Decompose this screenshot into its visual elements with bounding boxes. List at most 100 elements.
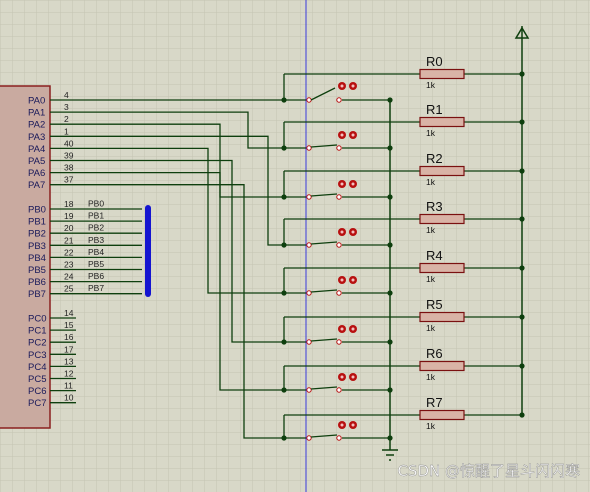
switch-contact xyxy=(336,97,342,103)
pin-number: 14 xyxy=(64,308,74,318)
switch-contact xyxy=(306,290,312,296)
switch-contact xyxy=(306,435,312,441)
pin-label: PA2 xyxy=(28,120,45,131)
resistor-body xyxy=(419,213,465,225)
switch-contact xyxy=(336,145,342,151)
button-highlight xyxy=(351,133,355,137)
button-highlight xyxy=(351,375,355,379)
pin-label: PC6 xyxy=(28,386,46,397)
pin-number: 22 xyxy=(64,247,74,257)
net-label-pb1: PB1 xyxy=(88,211,104,221)
pin-number: 20 xyxy=(64,223,74,233)
switch-contact xyxy=(306,387,312,393)
pin-label: PC3 xyxy=(28,350,46,361)
button-highlight xyxy=(351,278,355,282)
pin-label: PB7 xyxy=(28,289,46,300)
button-highlight xyxy=(351,84,355,88)
resistor-name: R1 xyxy=(426,102,443,117)
net-label-pb7: PB7 xyxy=(88,283,104,293)
switch-contact xyxy=(336,387,342,393)
schematic-canvas: PA0 4 PA1 3 PA2 2 PA3 1 PA4 40 PA5 39 PA6 38 PA7 37 PB0 1… xyxy=(0,0,590,492)
pin-number: 24 xyxy=(64,272,74,282)
switch-contact xyxy=(306,97,312,103)
pin-label: PB3 xyxy=(28,241,46,252)
resistor-body xyxy=(419,165,465,177)
switch-contact xyxy=(336,290,342,296)
pin-label: PB0 xyxy=(28,205,46,216)
pin-number: 11 xyxy=(64,381,73,391)
resistor-value: 1k xyxy=(426,372,436,382)
pin-label: PA1 xyxy=(28,108,45,119)
pin-number: 16 xyxy=(64,332,74,342)
pin-number: 13 xyxy=(64,356,74,366)
button-highlight xyxy=(340,182,344,186)
net-label-pb0: PB0 xyxy=(88,199,104,209)
pin-number: 3 xyxy=(64,102,69,112)
switch-contact xyxy=(336,194,342,200)
pin-label: PA5 xyxy=(28,156,45,167)
pin-label: PB2 xyxy=(28,229,46,240)
button-highlight xyxy=(351,423,355,427)
resistor-body xyxy=(419,262,465,274)
resistor-value: 1k xyxy=(426,128,436,138)
switch-contact xyxy=(336,339,342,345)
pin-label: PC2 xyxy=(28,338,46,349)
net-label-pb4: PB4 xyxy=(88,247,104,257)
pin-label: PC1 xyxy=(28,326,46,337)
pin-number: 12 xyxy=(64,369,74,379)
pin-label: PA7 xyxy=(28,180,45,191)
pin-number: 39 xyxy=(64,151,74,161)
resistor-body xyxy=(419,360,465,372)
resistor-body xyxy=(419,409,465,421)
resistor-value: 1k xyxy=(426,421,436,431)
switch-contact xyxy=(306,242,312,248)
resistor-value: 1k xyxy=(426,225,436,235)
button-highlight xyxy=(340,230,344,234)
button-highlight xyxy=(340,423,344,427)
switch-contact xyxy=(306,339,312,345)
pin-label: PA4 xyxy=(28,144,45,155)
resistor-value: 1k xyxy=(426,274,436,284)
pb-bus-bar[interactable] xyxy=(145,205,151,297)
pin-number: 15 xyxy=(64,320,74,330)
button-highlight xyxy=(351,182,355,186)
pin-number: 18 xyxy=(64,199,74,209)
pin-label: PB4 xyxy=(28,253,46,264)
button-highlight xyxy=(351,230,355,234)
pin-number: 37 xyxy=(64,175,74,185)
pin-label: PB1 xyxy=(28,217,46,228)
pin-label: PC0 xyxy=(28,314,46,325)
pin-number: 21 xyxy=(64,235,74,245)
pin-label: PA3 xyxy=(28,132,45,143)
pin-number: 23 xyxy=(64,260,74,270)
button-highlight xyxy=(340,278,344,282)
resistor-name: R2 xyxy=(426,151,443,166)
switch-contact xyxy=(336,242,342,248)
watermark: CSDN @惊醒了星斗闪闪寒 xyxy=(397,462,580,480)
pin-number: 2 xyxy=(64,114,69,124)
pin-number: 4 xyxy=(64,90,69,100)
resistor-name: R0 xyxy=(426,54,443,69)
resistor-name: R7 xyxy=(426,395,443,410)
resistor-body xyxy=(419,68,465,80)
pin-number: 17 xyxy=(64,344,74,354)
pin-label: PC5 xyxy=(28,374,46,385)
net-label-pb5: PB5 xyxy=(88,259,104,269)
resistor-body xyxy=(419,311,465,323)
pin-number: 10 xyxy=(64,393,74,403)
resistor-value: 1k xyxy=(426,177,436,187)
resistor-name: R5 xyxy=(426,297,443,312)
resistor-name: R6 xyxy=(426,346,443,361)
pin-label: PA0 xyxy=(28,96,45,107)
pin-label: PB5 xyxy=(28,265,46,276)
switch-contact xyxy=(306,145,312,151)
pin-number: 19 xyxy=(64,211,74,221)
resistor-value: 1k xyxy=(426,80,436,90)
resistor-body xyxy=(419,116,465,128)
pin-label: PC4 xyxy=(28,362,46,373)
net-label-pb6: PB6 xyxy=(88,271,104,281)
resistor-value: 1k xyxy=(426,323,436,333)
net-label-pb3: PB3 xyxy=(88,235,104,245)
pin-number: 40 xyxy=(64,138,74,148)
pin-label: PA6 xyxy=(28,168,45,179)
